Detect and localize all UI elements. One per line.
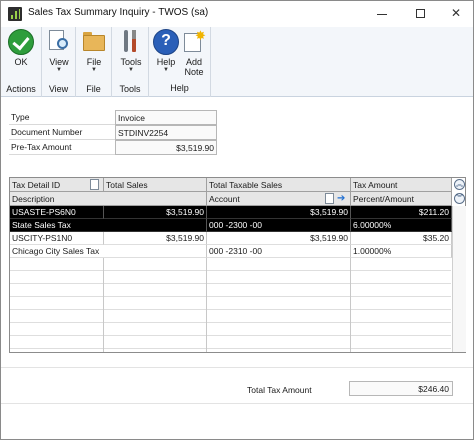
table-row-1-description[interactable]: State Sales Tax [10,219,207,232]
table-row-2-tax-amount[interactable]: $35.20 [351,232,452,245]
tools-button[interactable]: Tools ▼ [116,29,146,74]
col-total-sales[interactable]: Total Sales [104,178,207,192]
tools-group: Tools ▼ Tools [112,27,149,97]
empty-grid-row[interactable] [10,271,451,284]
sales-tax-summary-window: Sales Tax Summary Inquiry - TWOS (sa) ✕ … [0,0,474,440]
file-label: File [86,57,102,67]
type-label: Type [9,110,115,125]
maximize-button[interactable] [405,1,435,25]
chevron-down-icon: ▼ [91,67,97,73]
empty-grid-row[interactable] [10,297,451,310]
table-row-1-tax-amount[interactable]: $211.20 [351,206,452,219]
col-total-taxable-sales[interactable]: Total Taxable Sales [207,178,351,192]
grid-divider [206,258,207,352]
tools-icon [118,29,144,55]
table-row-1-tax-detail-id[interactable]: USASTE-PS6N0 [10,206,104,219]
add-note-label-2: Note [184,67,204,77]
empty-grid-row[interactable] [10,323,451,336]
tools-label: Tools [120,57,142,67]
app-icon [8,7,22,21]
actions-group: OK Actions [1,27,42,97]
file-group: File ▼ File [76,27,112,97]
col-description[interactable]: Description [10,192,207,206]
view-group-label: View [48,84,69,94]
folder-icon [81,29,107,55]
table-row-1-total-taxable-sales[interactable]: $3,519.90 [207,206,351,219]
note-icon[interactable] [90,179,99,190]
table-row-2-total-sales[interactable]: $3,519.90 [104,232,207,245]
table-row-1-total-sales[interactable]: $3,519.90 [104,206,207,219]
empty-grid-row[interactable] [10,284,451,297]
col-tax-amount[interactable]: Tax Amount [351,178,452,192]
help-group: ? Help ▼ ✸ Add Note Help [149,27,211,97]
view-magnifier-icon [46,29,72,55]
chevron-down-icon: ▼ [128,67,134,73]
ok-button[interactable]: OK [6,29,36,67]
account-lookup-arrow-icon[interactable]: ➔ [337,194,345,204]
table-row-2-account[interactable]: 000 -2310 -00 [207,245,351,258]
grid-divider [350,258,351,352]
type-field: Invoice [115,110,217,125]
scroll-up-button[interactable]: ︽ [454,179,465,190]
empty-grid-row[interactable] [10,310,451,323]
document-number-label: Document Number [9,125,115,140]
table-row-1-account[interactable]: 000 -2300 -00 [207,219,351,232]
pre-tax-amount-field: $3,519.90 [115,140,217,155]
grid-scrollbar[interactable] [452,206,466,352]
view-label: View [49,57,69,67]
pre-tax-amount-label: Pre-Tax Amount [9,140,115,155]
add-note-button[interactable]: ✸ Add Note [179,29,209,77]
ok-label: OK [14,57,28,67]
scroll-down-button[interactable]: ︾ [454,193,465,204]
table-row-2-percent[interactable]: 1.00000% [351,245,452,258]
help-icon: ? [153,29,179,55]
help-label: Help [156,57,176,67]
add-note-label-1: Add [185,57,202,67]
ok-check-icon [8,29,34,55]
window-title: Sales Tax Summary Inquiry - TWOS (sa) [28,7,209,18]
empty-grid-row[interactable] [10,336,451,349]
add-note-icon: ✸ [181,29,207,55]
ribbon-toolbar: OK Actions View ▼ View File ▼ File Tools… [1,27,473,97]
maximize-icon [415,8,425,18]
table-row-1-percent[interactable]: 6.00000% [351,219,452,232]
col-percent-amount[interactable]: Percent/Amount [351,192,452,206]
help-button[interactable]: ? Help ▼ [151,29,181,74]
document-number-field: STDINV2254 [115,125,217,140]
file-button[interactable]: File ▼ [79,29,109,74]
empty-grid-row[interactable] [10,258,451,271]
table-row-2-tax-detail-id[interactable]: USCITY-PS1N0 [10,232,104,245]
window-footer [1,403,473,439]
file-group-label: File [86,84,101,94]
table-row-2-description[interactable]: Chicago City Sales Tax [10,245,207,258]
minimize-icon [377,13,387,15]
account-note-icon[interactable] [325,193,334,204]
actions-group-label: Actions [6,84,36,94]
view-button[interactable]: View ▼ [44,29,74,74]
table-row-2-total-taxable-sales[interactable]: $3,519.90 [207,232,351,245]
grid-divider [103,258,104,352]
help-group-label: Help [170,83,189,93]
total-tax-amount-field: $246.40 [349,381,453,396]
chevron-down-icon: ▼ [56,67,62,73]
chevron-down-icon: ▼ [163,67,169,73]
view-group: View ▼ View [42,27,76,97]
title-bar: Sales Tax Summary Inquiry - TWOS (sa) ✕ [1,1,473,27]
separator [1,367,473,368]
minimize-button[interactable] [367,1,397,25]
total-tax-amount-label: Total Tax Amount [247,385,312,395]
close-button[interactable]: ✕ [441,1,471,25]
tools-group-label: Tools [119,84,141,94]
tax-detail-grid: Tax Detail ID Total Sales Total Taxable … [9,177,466,353]
